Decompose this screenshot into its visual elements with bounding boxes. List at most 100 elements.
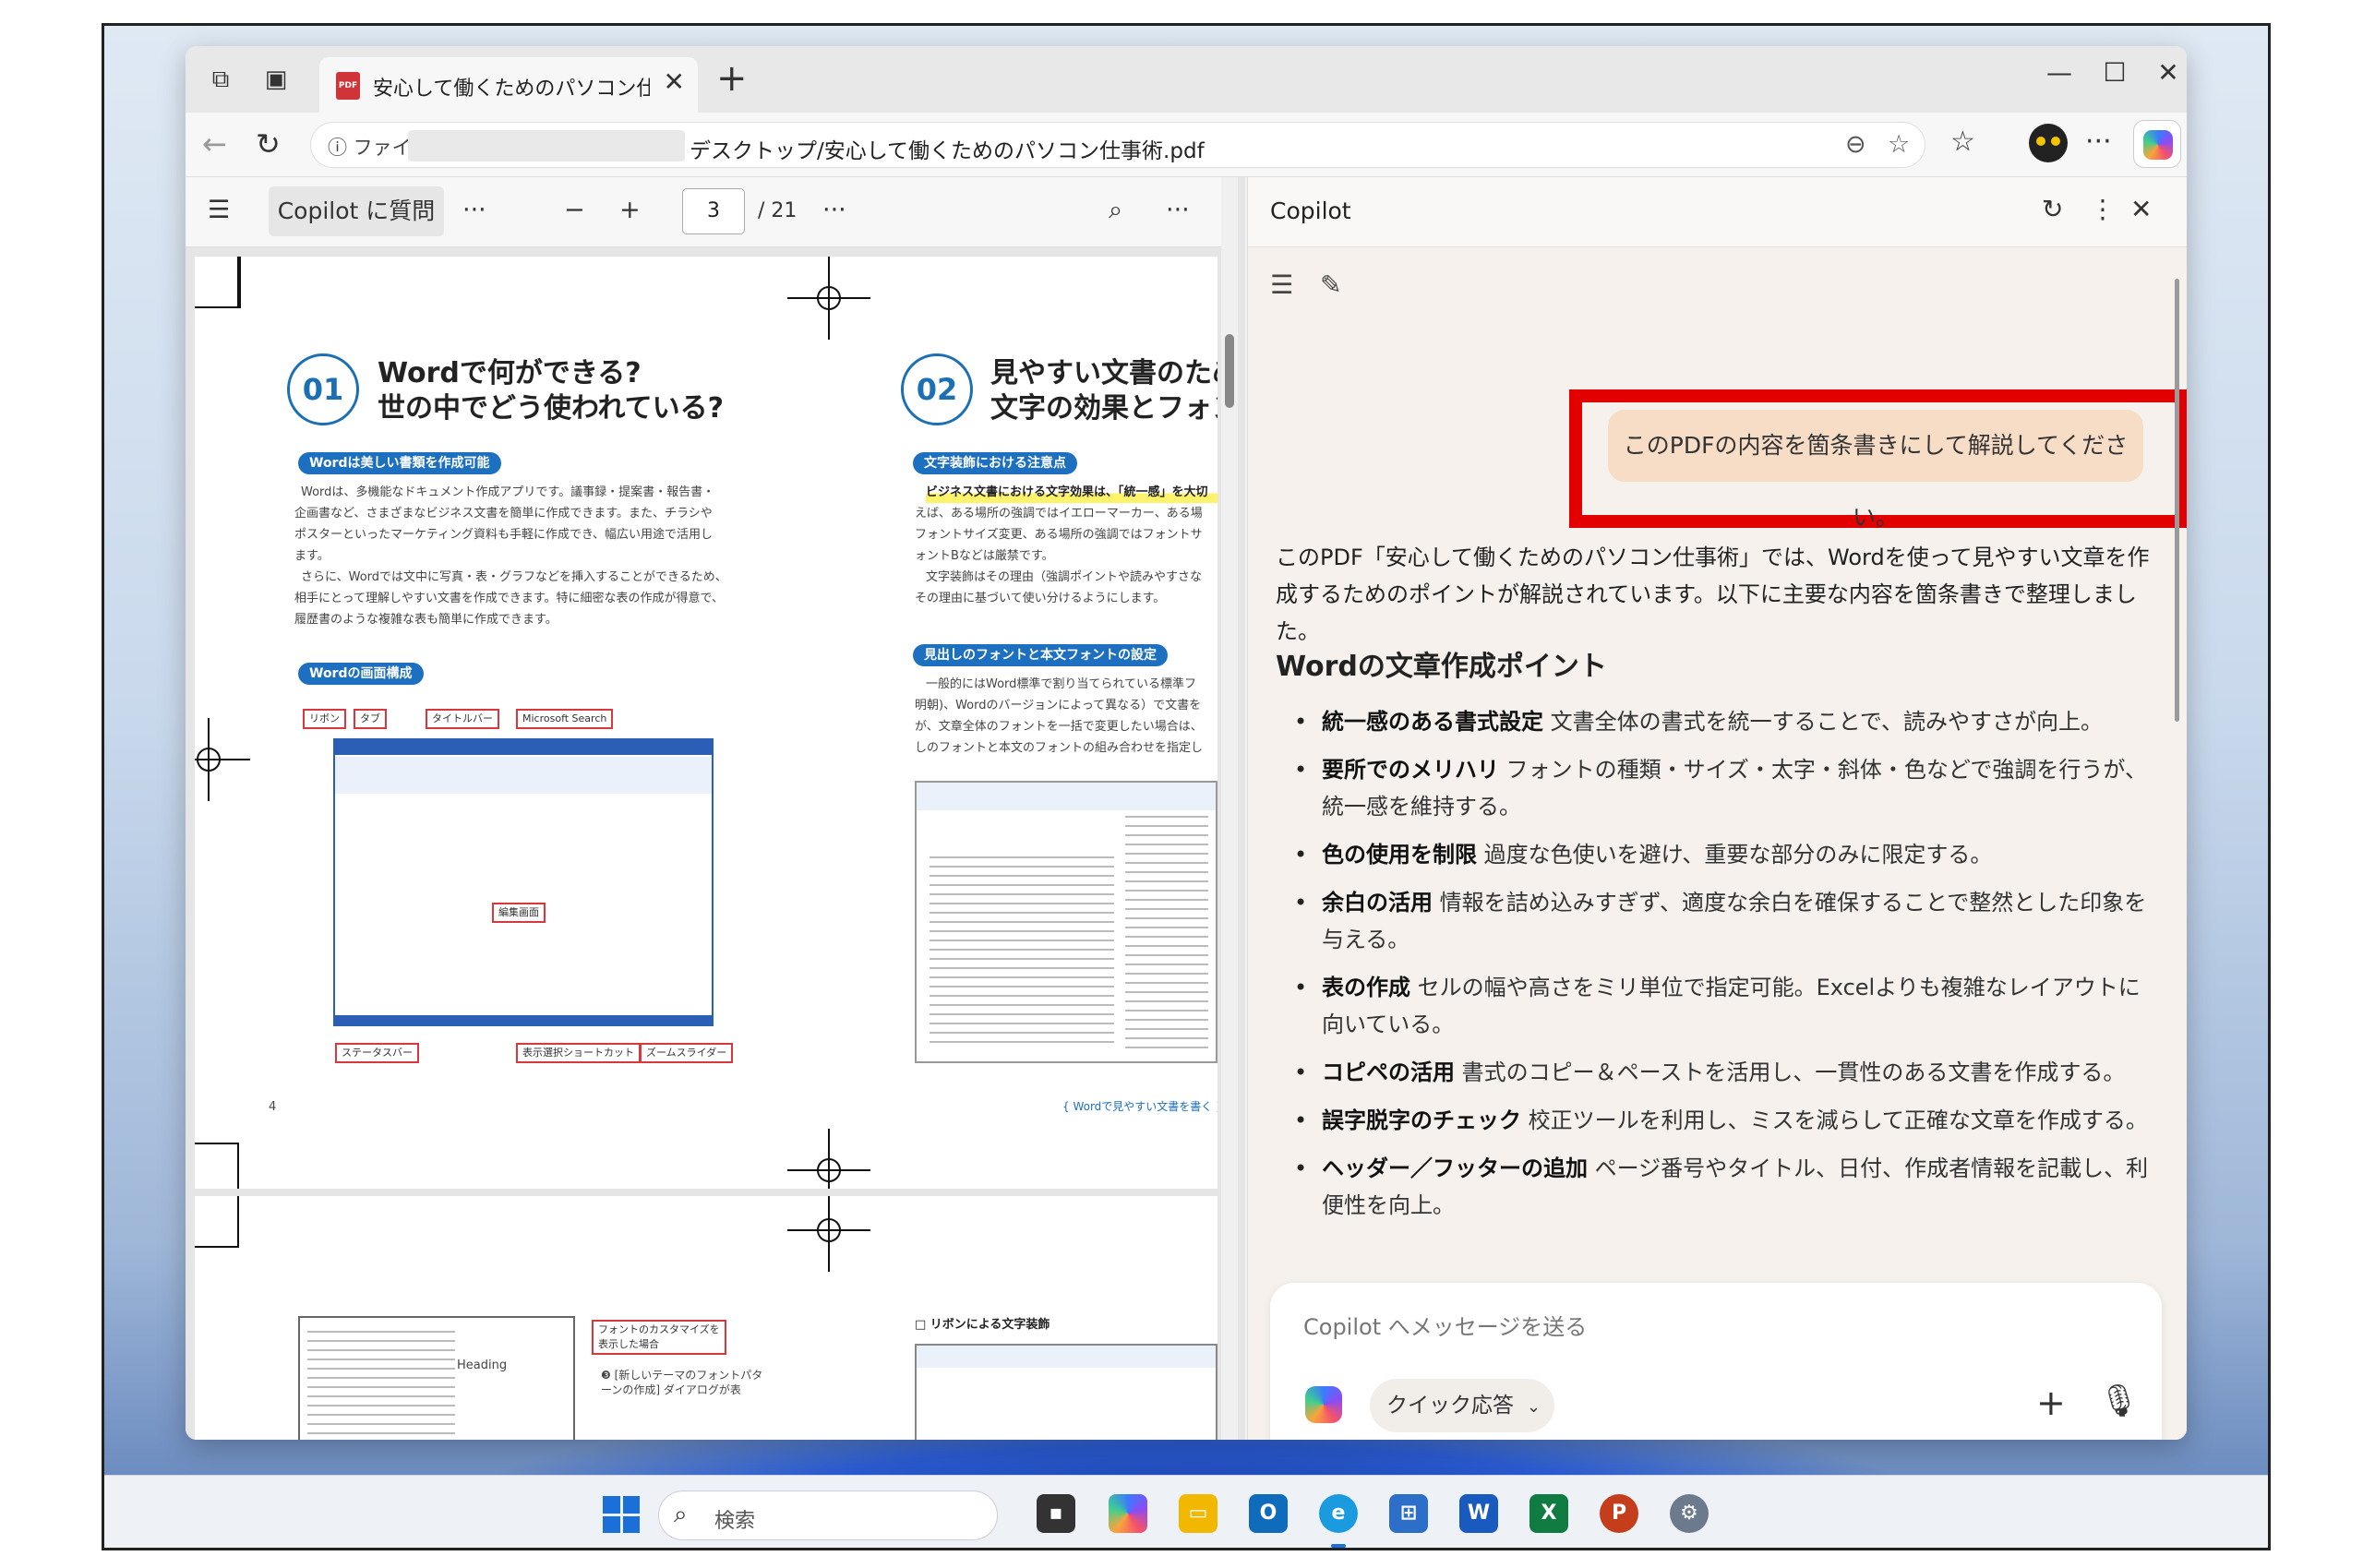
page-number: 4 bbox=[269, 1100, 277, 1114]
quick-reply-dropdown[interactable]: クイック応答 ⌄ bbox=[1370, 1379, 1554, 1432]
callout-edit-area: 編集画面 bbox=[492, 903, 546, 923]
paragraph-line: しのフォントと本文のフォントの組み合わせを指定し bbox=[915, 741, 1204, 755]
list-item: 誤字脱字のチェック 校正ツールを利用し、ミスを減らして正確な文章を作成する。 bbox=[1294, 1102, 2153, 1139]
favorites-icon[interactable]: ☆ bbox=[1950, 126, 1975, 158]
section-title: 世の中でどう使われている? bbox=[378, 392, 725, 425]
edge-icon[interactable]: e bbox=[1319, 1494, 1358, 1533]
paragraph-line: 履歴書のような複雑な表も簡単に作成できます。 bbox=[294, 613, 558, 627]
message-input[interactable]: Copilot へメッセージを送る bbox=[1303, 1309, 1587, 1341]
minimize-button[interactable]: — bbox=[2041, 57, 2078, 88]
file-explorer-icon[interactable]: ▭ bbox=[1179, 1494, 1217, 1533]
search-icon: ⌕ bbox=[674, 1501, 688, 1528]
word-icon[interactable]: W bbox=[1459, 1494, 1498, 1533]
crop-mark bbox=[195, 1196, 239, 1248]
list-item: 統一感のある書式設定 文書全体の書式を統一することで、読みやすさが向上。 bbox=[1294, 703, 2153, 740]
add-icon[interactable]: + bbox=[2036, 1382, 2066, 1423]
workspaces-icon[interactable]: ⧉ bbox=[206, 65, 235, 94]
registration-mark bbox=[787, 257, 870, 340]
callout-font-customize: フォントのカスタマイズを 表示した場合 bbox=[592, 1320, 726, 1355]
paragraph-line: さらに、Wordでは文中に写真・表・グラフなどを挿入することができるため、 bbox=[301, 570, 727, 584]
subheading-pill: 文字装飾における注意点 bbox=[913, 452, 1077, 474]
callout-statusbar: ステータスバー bbox=[335, 1043, 419, 1063]
list-item: 色の使用を制限 過度な色使いを避け、重要な部分のみに限定する。 bbox=[1294, 836, 2153, 873]
ask-copilot-button[interactable]: Copilot に質問 bbox=[269, 186, 444, 236]
desktop: ⧉ ▣ PDF 安心して働くためのパソコン仕事術.pdf ✕ + — ☐ ✕ ←… bbox=[102, 23, 2271, 1550]
paragraph-line: 文字装飾はその理由（強調ポイントや読みやすさな bbox=[926, 570, 1203, 584]
search-icon[interactable]: ⌕ bbox=[1109, 196, 1122, 225]
paragraph-line: ます。 bbox=[294, 549, 330, 563]
chevron-down-icon: ⌄ bbox=[1527, 1397, 1541, 1417]
subheading-pill: Wordの画面構成 bbox=[298, 663, 424, 685]
copilot-title: Copilot bbox=[1270, 197, 1351, 224]
settings-icon[interactable]: ⚙ bbox=[1670, 1494, 1709, 1533]
copilot-header: Copilot ↻ ⋮ ✕ bbox=[1248, 177, 2187, 247]
list-item: 表の作成 セルの幅や高さをミリ単位で指定可能。Excelよりも複雑なレイアウトに… bbox=[1294, 969, 2153, 1043]
back-icon[interactable]: ← bbox=[202, 126, 227, 162]
start-icon[interactable] bbox=[603, 1496, 640, 1533]
more-menu-icon[interactable]: ··· bbox=[2085, 126, 2112, 158]
list-item: 要所でのメリハリ フォントの種類・サイズ・太字・斜体・色などで強調を行うが、統一… bbox=[1294, 751, 2153, 825]
vertical-scrollbar[interactable] bbox=[1221, 177, 1238, 1440]
task-view-icon[interactable]: ▪ bbox=[1037, 1494, 1075, 1533]
table-of-contents-icon[interactable]: ☰ bbox=[208, 196, 230, 224]
more-tools-icon[interactable]: ··· bbox=[462, 196, 486, 224]
answer-intro: このPDF「安心して働くためのパソコン仕事術」では、Wordを使って見やすい文章… bbox=[1276, 545, 2150, 644]
microphone-icon[interactable]: 🎙 bbox=[2099, 1382, 2139, 1419]
tab-close-icon[interactable]: ✕ bbox=[664, 66, 685, 97]
user-message: このPDFの内容を箇条書きにして解説してください。 bbox=[1608, 410, 2143, 531]
excel-icon[interactable]: X bbox=[1529, 1494, 1568, 1533]
section-title: 文字の効果とフォン bbox=[990, 392, 1217, 425]
refresh-icon[interactable]: ↻ bbox=[2042, 194, 2063, 224]
ribbon-decoration-title: □ リボンによる文字装飾 bbox=[915, 1318, 1050, 1332]
copilot-scrollbar[interactable] bbox=[2175, 279, 2179, 722]
page-number-input[interactable]: 3 bbox=[682, 188, 745, 234]
section-number: 02 bbox=[901, 353, 973, 425]
redacted-path bbox=[408, 130, 685, 162]
tab-title: 安心して働くためのパソコン仕事術.pdf bbox=[373, 78, 650, 101]
copilot-app-icon[interactable] bbox=[1109, 1494, 1147, 1533]
paragraph-line: フォントサイズ変更、ある場所の強調ではフォントサ bbox=[915, 528, 1203, 542]
zoom-icon[interactable]: ⊖ bbox=[1845, 130, 1866, 159]
new-chat-icon[interactable]: ✎ bbox=[1320, 269, 1341, 300]
pdf-more-icon[interactable]: ··· bbox=[1166, 196, 1190, 224]
powerpoint-icon[interactable]: P bbox=[1600, 1494, 1638, 1533]
ribbon-screenshot bbox=[915, 1344, 1217, 1440]
active-tab[interactable]: PDF 安心して働くためのパソコン仕事術.pdf ✕ bbox=[319, 57, 698, 113]
taskbar: ⌕ 検索 ▪ ▭ O e ⊞ W X P ⚙ bbox=[104, 1475, 2268, 1548]
section-number: 01 bbox=[287, 353, 359, 425]
callout-new-theme: ❸ [新しいテーマのフォントパタ ーンの作成] ダイアログが表 bbox=[601, 1369, 763, 1396]
maximize-button[interactable]: ☐ bbox=[2096, 57, 2133, 88]
page-more-icon[interactable]: ··· bbox=[822, 196, 846, 224]
copilot-sidebar-button[interactable] bbox=[2133, 120, 2181, 168]
active-indicator bbox=[1331, 1544, 1346, 1548]
zoom-in-button[interactable]: + bbox=[619, 196, 641, 224]
paragraph-line: 明朝)、Wordのバージョンによって異なる）で文書を bbox=[915, 699, 1202, 712]
store-icon[interactable]: ⊞ bbox=[1389, 1494, 1428, 1533]
subheading-pill: Wordは美しい書類を作成可能 bbox=[298, 452, 501, 474]
pdf-file-icon: PDF bbox=[336, 72, 360, 100]
close-icon[interactable]: ✕ bbox=[2130, 194, 2152, 224]
registration-mark bbox=[787, 1129, 870, 1189]
zoom-out-button[interactable]: − bbox=[564, 196, 585, 224]
paragraph-line: 一般的にはWord標準で割り当てられている標準フ bbox=[926, 677, 1197, 691]
favorite-star-icon[interactable]: ☆ bbox=[1888, 130, 1910, 159]
outlook-icon[interactable]: O bbox=[1249, 1494, 1288, 1533]
url-text[interactable]: デスクトップ/安心して働くためのパソコン仕事術.pdf bbox=[690, 133, 1205, 164]
message-composer[interactable]: Copilot へメッセージを送る クイック応答 ⌄ + 🎙 bbox=[1270, 1283, 2162, 1440]
navigation-bar: ← ↻ ⓘ ファイル デスクトップ/安心して働くためのパソコン仕事術.pdf ⊖… bbox=[186, 113, 2187, 177]
profile-avatar[interactable] bbox=[2029, 124, 2068, 162]
conversation-list-icon[interactable]: ☰ bbox=[1270, 269, 1293, 300]
crop-mark bbox=[195, 257, 239, 308]
list-item: コピペの活用 書式のコピー＆ペーストを活用し、一貫性のある文書を作成する。 bbox=[1294, 1054, 2153, 1091]
tab-actions-icon[interactable]: ▣ bbox=[261, 65, 291, 94]
more-options-icon[interactable]: ⋮ bbox=[2090, 194, 2116, 224]
close-window-button[interactable]: ✕ bbox=[2150, 57, 2187, 88]
taskbar-search[interactable]: ⌕ 検索 bbox=[658, 1490, 998, 1540]
list-item: ヘッダー／フッターの追加 ページ番号やタイトル、日付、作成者情報を記載し、利便性… bbox=[1294, 1150, 2153, 1224]
paragraph-line: ビジネス文書における文字効果は、「統一感」を大切 bbox=[926, 482, 1217, 503]
new-tab-button[interactable]: + bbox=[716, 60, 748, 97]
title-bar: ⧉ ▣ PDF 安心して働くためのパソコン仕事術.pdf ✕ + — ☐ ✕ bbox=[186, 46, 2187, 113]
address-bar[interactable]: ⓘ ファイル デスクトップ/安心して働くためのパソコン仕事術.pdf ⊖ ☆ bbox=[310, 122, 1925, 168]
refresh-icon[interactable]: ↻ bbox=[256, 126, 281, 162]
heading-sample: Heading bbox=[457, 1359, 508, 1372]
